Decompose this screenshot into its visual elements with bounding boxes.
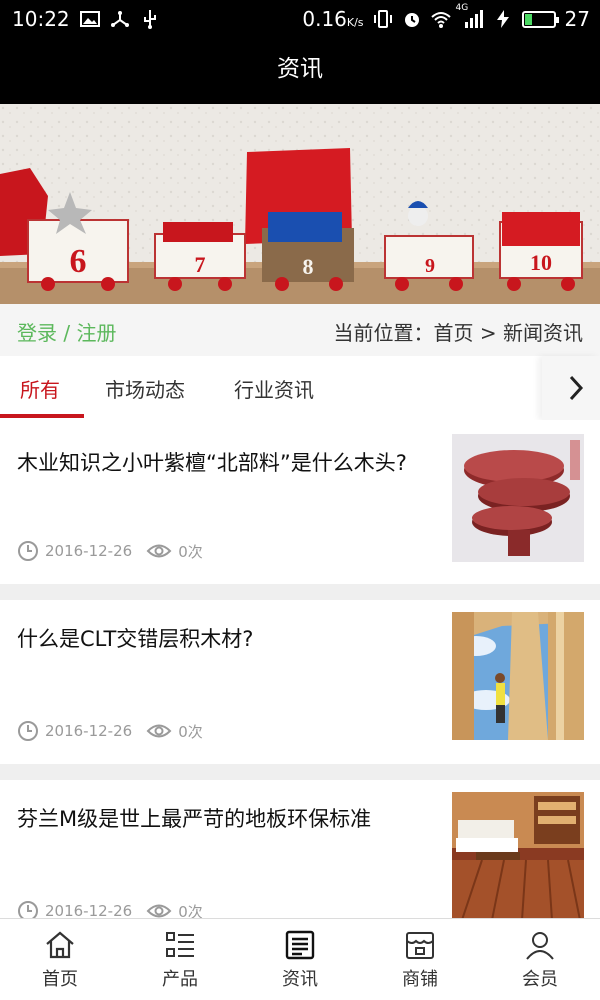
list-icon xyxy=(166,932,194,957)
news-title[interactable]: 什么是CLT交错层积木材? xyxy=(17,624,417,654)
eye-icon xyxy=(146,724,172,738)
signal-icon xyxy=(464,10,483,28)
banner-label-9: 9 xyxy=(425,255,435,277)
clock-icon xyxy=(18,721,38,741)
tabs-more-button[interactable] xyxy=(542,356,600,420)
auth-separator: / xyxy=(63,321,71,345)
news-item[interactable]: 什么是CLT交错层积木材? 2016-12-26 0次 xyxy=(0,600,600,764)
banner-label-10: 10 xyxy=(530,250,552,275)
news-date: 2016-12-26 xyxy=(45,542,133,560)
user-icon xyxy=(526,932,554,960)
usb-share-icon xyxy=(110,11,129,27)
tab-industry[interactable]: 行业资讯 xyxy=(234,374,314,403)
news-item[interactable]: 木业知识之小叶紫檀“北部料”是什么木头? 2016-12-26 0次 xyxy=(0,420,600,584)
banner-image[interactable]: 6 7 8 9 10 xyxy=(0,104,600,304)
image-icon xyxy=(79,11,100,27)
nav-news[interactable]: 资讯 xyxy=(240,919,360,1000)
banner-label-7: 7 xyxy=(195,252,206,277)
nav-member[interactable]: 会员 xyxy=(480,919,600,1000)
net-speed-unit: K/s xyxy=(346,16,364,29)
news-item[interactable]: 芬兰M级是世上最严苛的地板环保标准 2016-12-26 0次 xyxy=(0,780,600,918)
login-link[interactable]: 登录 xyxy=(17,321,57,345)
usb-icon xyxy=(143,10,156,29)
breadcrumb: 当前位置：首页 > 新闻资讯 xyxy=(333,321,583,345)
vibrate-icon xyxy=(373,10,392,28)
eye-icon xyxy=(146,904,172,918)
status-time: 10:22 xyxy=(12,7,70,31)
news-views: 0次 xyxy=(178,542,203,561)
nav-member-label: 会员 xyxy=(522,969,558,990)
news-icon xyxy=(285,930,315,960)
net-speed: 0.16 xyxy=(302,7,347,31)
charging-icon xyxy=(496,10,509,28)
tab-market[interactable]: 市场动态 xyxy=(105,374,185,403)
news-title[interactable]: 木业知识之小叶紫檀“北部料”是什么木头? xyxy=(17,448,417,478)
clock-icon xyxy=(18,541,38,561)
news-title[interactable]: 芬兰M级是世上最严苛的地板环保标准 xyxy=(17,804,417,834)
wifi-icon xyxy=(430,12,451,28)
nav-products-label: 产品 xyxy=(162,969,198,990)
news-date: 2016-12-26 xyxy=(45,722,133,740)
news-views: 0次 xyxy=(178,722,203,741)
battery-icon xyxy=(521,10,559,28)
item-separator xyxy=(0,764,600,780)
news-thumbnail[interactable] xyxy=(452,612,584,740)
item-separator xyxy=(0,584,600,600)
bottom-nav: 首页 产品 资讯 商铺 会员 xyxy=(0,918,600,1000)
tab-all[interactable]: 所有 xyxy=(20,374,60,403)
nav-home[interactable]: 首页 xyxy=(0,919,120,1000)
news-thumbnail[interactable] xyxy=(452,792,584,918)
nav-shop-label: 商铺 xyxy=(402,969,438,990)
page-title: 资讯 xyxy=(277,56,323,82)
banner-label-6: 6 xyxy=(70,243,87,280)
register-link[interactable]: 注册 xyxy=(76,321,116,345)
chevron-right-icon xyxy=(569,375,584,401)
crumb-bar: 登录 / 注册 当前位置：首页 > 新闻资讯 xyxy=(0,304,600,356)
nav-home-label: 首页 xyxy=(42,969,78,990)
clock-icon xyxy=(18,901,38,918)
battery-level: 27 xyxy=(564,7,590,31)
title-bar: 资讯 xyxy=(0,38,600,104)
shop-icon xyxy=(406,932,434,959)
news-thumbnail[interactable] xyxy=(452,434,584,562)
status-bar: 10:22 0.16K/s 4G 27 xyxy=(0,0,600,38)
news-views: 0次 xyxy=(178,902,203,919)
active-tab-indicator xyxy=(0,414,84,418)
nav-news-label: 资讯 xyxy=(282,969,318,990)
category-tabs: 所有 市场动态 行业资讯 xyxy=(0,356,600,420)
nav-products[interactable]: 产品 xyxy=(120,919,240,1000)
banner-label-8: 8 xyxy=(303,254,314,279)
eye-icon xyxy=(146,544,172,558)
alarm-icon xyxy=(404,13,419,27)
news-date: 2016-12-26 xyxy=(45,902,133,918)
home-icon xyxy=(46,931,74,959)
nav-shop[interactable]: 商铺 xyxy=(360,919,480,1000)
